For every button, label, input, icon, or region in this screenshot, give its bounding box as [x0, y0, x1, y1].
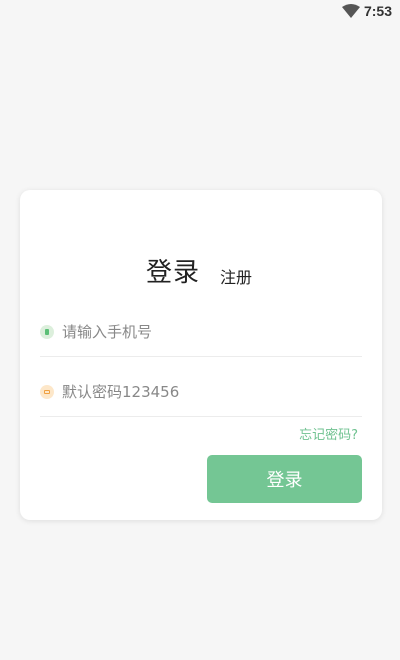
- status-bar: 7:53: [0, 0, 400, 24]
- tab-login[interactable]: 登录: [146, 252, 200, 289]
- lock-icon: [40, 385, 54, 399]
- wifi-icon: [342, 4, 360, 18]
- phone-field: [40, 310, 362, 357]
- tab-register[interactable]: 注册: [220, 264, 252, 288]
- phone-input[interactable]: [62, 318, 358, 346]
- password-field: [40, 370, 362, 417]
- login-button[interactable]: 登录: [207, 455, 362, 503]
- login-card: 登录 注册 忘记密码? 登录: [20, 190, 382, 520]
- phone-icon: [40, 325, 54, 339]
- auth-tabs: 登录 注册: [20, 252, 382, 292]
- forgot-password-link[interactable]: 忘记密码?: [299, 424, 358, 443]
- status-time: 7:53: [363, 3, 392, 19]
- password-input[interactable]: [62, 378, 358, 406]
